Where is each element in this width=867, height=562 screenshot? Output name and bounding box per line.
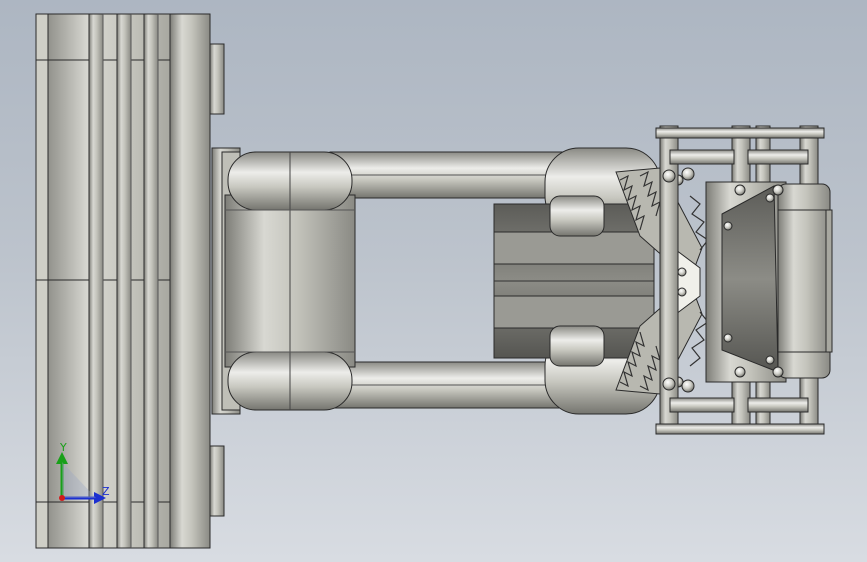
cad-viewport[interactable]: Y Z xyxy=(0,0,867,562)
orientation-triad: Y Z xyxy=(52,438,122,508)
triad-z-label: Z xyxy=(102,485,110,498)
triad-y-label: Y xyxy=(60,441,67,454)
slider-block xyxy=(493,195,655,367)
assembly-model[interactable] xyxy=(0,0,867,562)
gearbox-housing xyxy=(705,181,833,383)
crank-body xyxy=(224,151,356,411)
